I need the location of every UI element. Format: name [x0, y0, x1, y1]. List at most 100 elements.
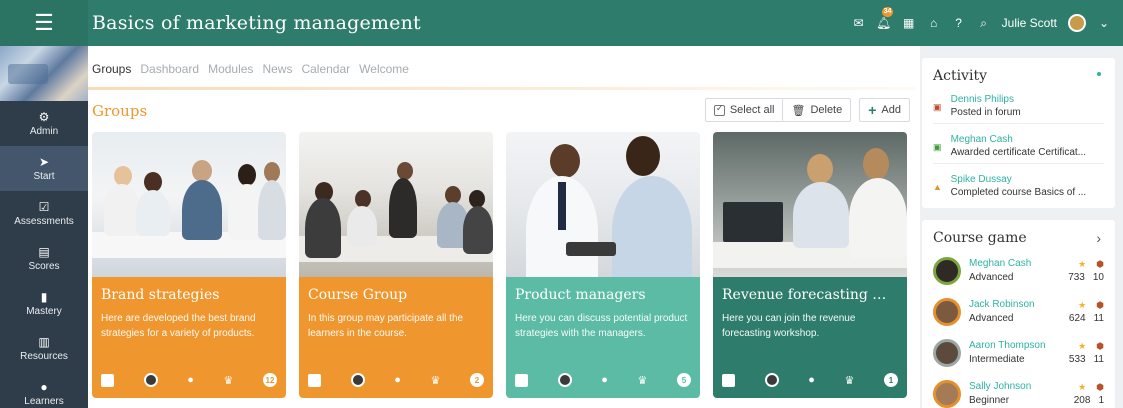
group-photo [506, 132, 700, 277]
send-icon: ➤ [38, 154, 50, 169]
mail-icon[interactable]: ✉ [852, 16, 866, 30]
select-checkbox[interactable] [308, 373, 321, 387]
leaderboard-row: Sally Johnson Beginner ★ ⬢ 208 1 [933, 378, 1104, 408]
group-card-footer: ● ♛ 2 [308, 372, 484, 388]
group-card[interactable]: Revenue forecasting wor... Here you can … [713, 132, 907, 398]
members-icon[interactable]: ● [394, 374, 401, 386]
player-avatar [933, 380, 961, 408]
tab-news[interactable]: News [262, 62, 292, 76]
sidebar-item-learners[interactable]: ● Learners [0, 371, 88, 408]
certificate-icon: ▣ [933, 142, 942, 152]
catalog-icon[interactable]: ⌂ [927, 16, 941, 30]
star-icon: ★ [1078, 382, 1087, 392]
select-checkbox[interactable] [101, 373, 114, 387]
members-icon[interactable]: ● [187, 374, 194, 386]
person-icon: ● [40, 379, 48, 394]
sidebar-item-mastery[interactable]: ▮ Mastery [0, 281, 88, 326]
owner-avatar [557, 373, 572, 387]
course-game-title: Course game [933, 230, 1027, 246]
hamburger-menu-icon[interactable]: ☰ [0, 0, 88, 46]
checkbox-icon [713, 103, 725, 116]
group-photo [92, 132, 286, 277]
player-points: 624 [1068, 313, 1086, 324]
player-badges: 1 [1098, 395, 1104, 406]
select-all-label: Select all [729, 104, 775, 116]
group-card[interactable]: Course Group In this group may participa… [299, 132, 493, 398]
activity-desc: Awarded certificate Certificat... [950, 147, 1087, 158]
group-card-footer: ● ♛ 5 [515, 372, 691, 388]
crown-icon[interactable]: ♛ [223, 374, 233, 387]
badge-icon: ⬢ [1096, 382, 1104, 392]
tab-welcome[interactable]: Welcome [359, 62, 409, 76]
group-card-body: Product managers Here you can discuss po… [506, 277, 700, 398]
tab-modules[interactable]: Modules [208, 62, 253, 76]
member-count-badge: 5 [676, 373, 691, 387]
owner-avatar [143, 373, 158, 387]
chevron-right-icon[interactable]: › [1096, 230, 1101, 246]
sidebar-item-assessments[interactable]: ☑ Assessments [0, 191, 88, 236]
course-game-panel: Course game › Meghan Cash Advanced ★ ⬢ 73… [922, 220, 1115, 408]
tab-groups[interactable]: Groups [92, 62, 131, 76]
activity-panel: Activity ▣ Dennis Philips Posted in foru… [922, 58, 1115, 208]
player-name[interactable]: Jack Robinson [969, 298, 1056, 312]
crown-icon[interactable]: ♛ [430, 374, 440, 387]
user-avatar[interactable] [1068, 14, 1086, 32]
activity-user[interactable]: Spike Dussay [951, 173, 1104, 186]
help-icon[interactable]: ? [952, 16, 966, 30]
members-icon[interactable]: ● [808, 374, 815, 386]
player-level: Advanced [969, 313, 1014, 324]
group-title[interactable]: Product managers [515, 287, 691, 303]
player-name[interactable]: Sally Johnson [969, 380, 1056, 394]
group-card-footer: ● ♛ 12 [101, 372, 277, 388]
crown-icon[interactable]: ♛ [844, 374, 854, 387]
user-name[interactable]: Julie Scott [1002, 16, 1057, 30]
group-card[interactable]: Brand strategies Here are developed the … [92, 132, 286, 398]
activity-desc: Completed course Basics of ... [950, 187, 1087, 198]
tab-calendar[interactable]: Calendar [301, 62, 350, 76]
sidebar-item-scores[interactable]: ▤ Scores [0, 236, 88, 281]
player-level: Intermediate [969, 354, 1025, 365]
player-name[interactable]: Meghan Cash [969, 257, 1056, 271]
group-title[interactable]: Course Group [308, 287, 484, 303]
group-card[interactable]: Product managers Here you can discuss po… [506, 132, 700, 398]
notifications-icon[interactable]: 🔔︎ 34 [876, 7, 894, 30]
main-content: Groups Dashboard Modules News Calendar W… [88, 46, 920, 408]
activity-user[interactable]: Meghan Cash [951, 133, 1104, 146]
group-actions: Select all 🗑︎ Delete + Add [704, 98, 910, 122]
group-title[interactable]: Revenue forecasting wor... [722, 287, 898, 303]
selection-actions: Select all 🗑︎ Delete [704, 98, 852, 122]
search-icon[interactable]: ⌕ [977, 16, 991, 30]
group-title[interactable]: Brand strategies [101, 287, 277, 303]
tab-dashboard[interactable]: Dashboard [140, 62, 199, 76]
status-dot-icon [1097, 72, 1101, 76]
top-toolbar: ✉ 🔔︎ 34 ▦ ⌂ ? ⌕ Julie Scott ⌄ [852, 0, 1111, 46]
sidebar-item-start[interactable]: ➤ Start [0, 146, 88, 191]
forum-icon: ▣ [933, 102, 942, 112]
sidebar-item-label: Assessments [14, 215, 74, 227]
star-icon: ★ [1078, 341, 1087, 351]
sidebar-item-label: Scores [28, 260, 60, 272]
group-card-body: Course Group In this group may participa… [299, 277, 493, 398]
group-card-footer: ● ♛ 1 [722, 372, 898, 388]
delete-button[interactable]: 🗑︎ Delete [782, 99, 851, 121]
sidebar-item-resources[interactable]: ▥ Resources [0, 326, 88, 371]
select-checkbox[interactable] [515, 373, 528, 387]
members-icon[interactable]: ● [601, 374, 608, 386]
badge-icon: ⬢ [1096, 341, 1104, 351]
crown-icon[interactable]: ♛ [637, 374, 647, 387]
player-avatar [933, 298, 961, 326]
player-level: Beginner [969, 395, 1010, 406]
group-description: Here you can discuss potential product s… [515, 313, 688, 339]
select-all-button[interactable]: Select all [705, 99, 783, 121]
chevron-down-icon[interactable]: ⌄ [1097, 16, 1111, 30]
sidebar-item-admin[interactable]: ⚙ Admin [0, 101, 88, 146]
trash-icon: 🗑︎ [791, 104, 806, 117]
activity-user[interactable]: Dennis Philips [951, 93, 1104, 106]
player-name[interactable]: Aaron Thompson [969, 339, 1056, 353]
leaderboard-row: Aaron Thompson Intermediate ★ ⬢ 533 11 [933, 337, 1104, 369]
right-column: Activity ▣ Dennis Philips Posted in foru… [922, 58, 1115, 408]
select-checkbox[interactable] [722, 373, 735, 387]
add-button[interactable]: + Add [859, 98, 910, 122]
owner-avatar [350, 373, 365, 387]
calendar-icon[interactable]: ▦ [902, 16, 916, 30]
